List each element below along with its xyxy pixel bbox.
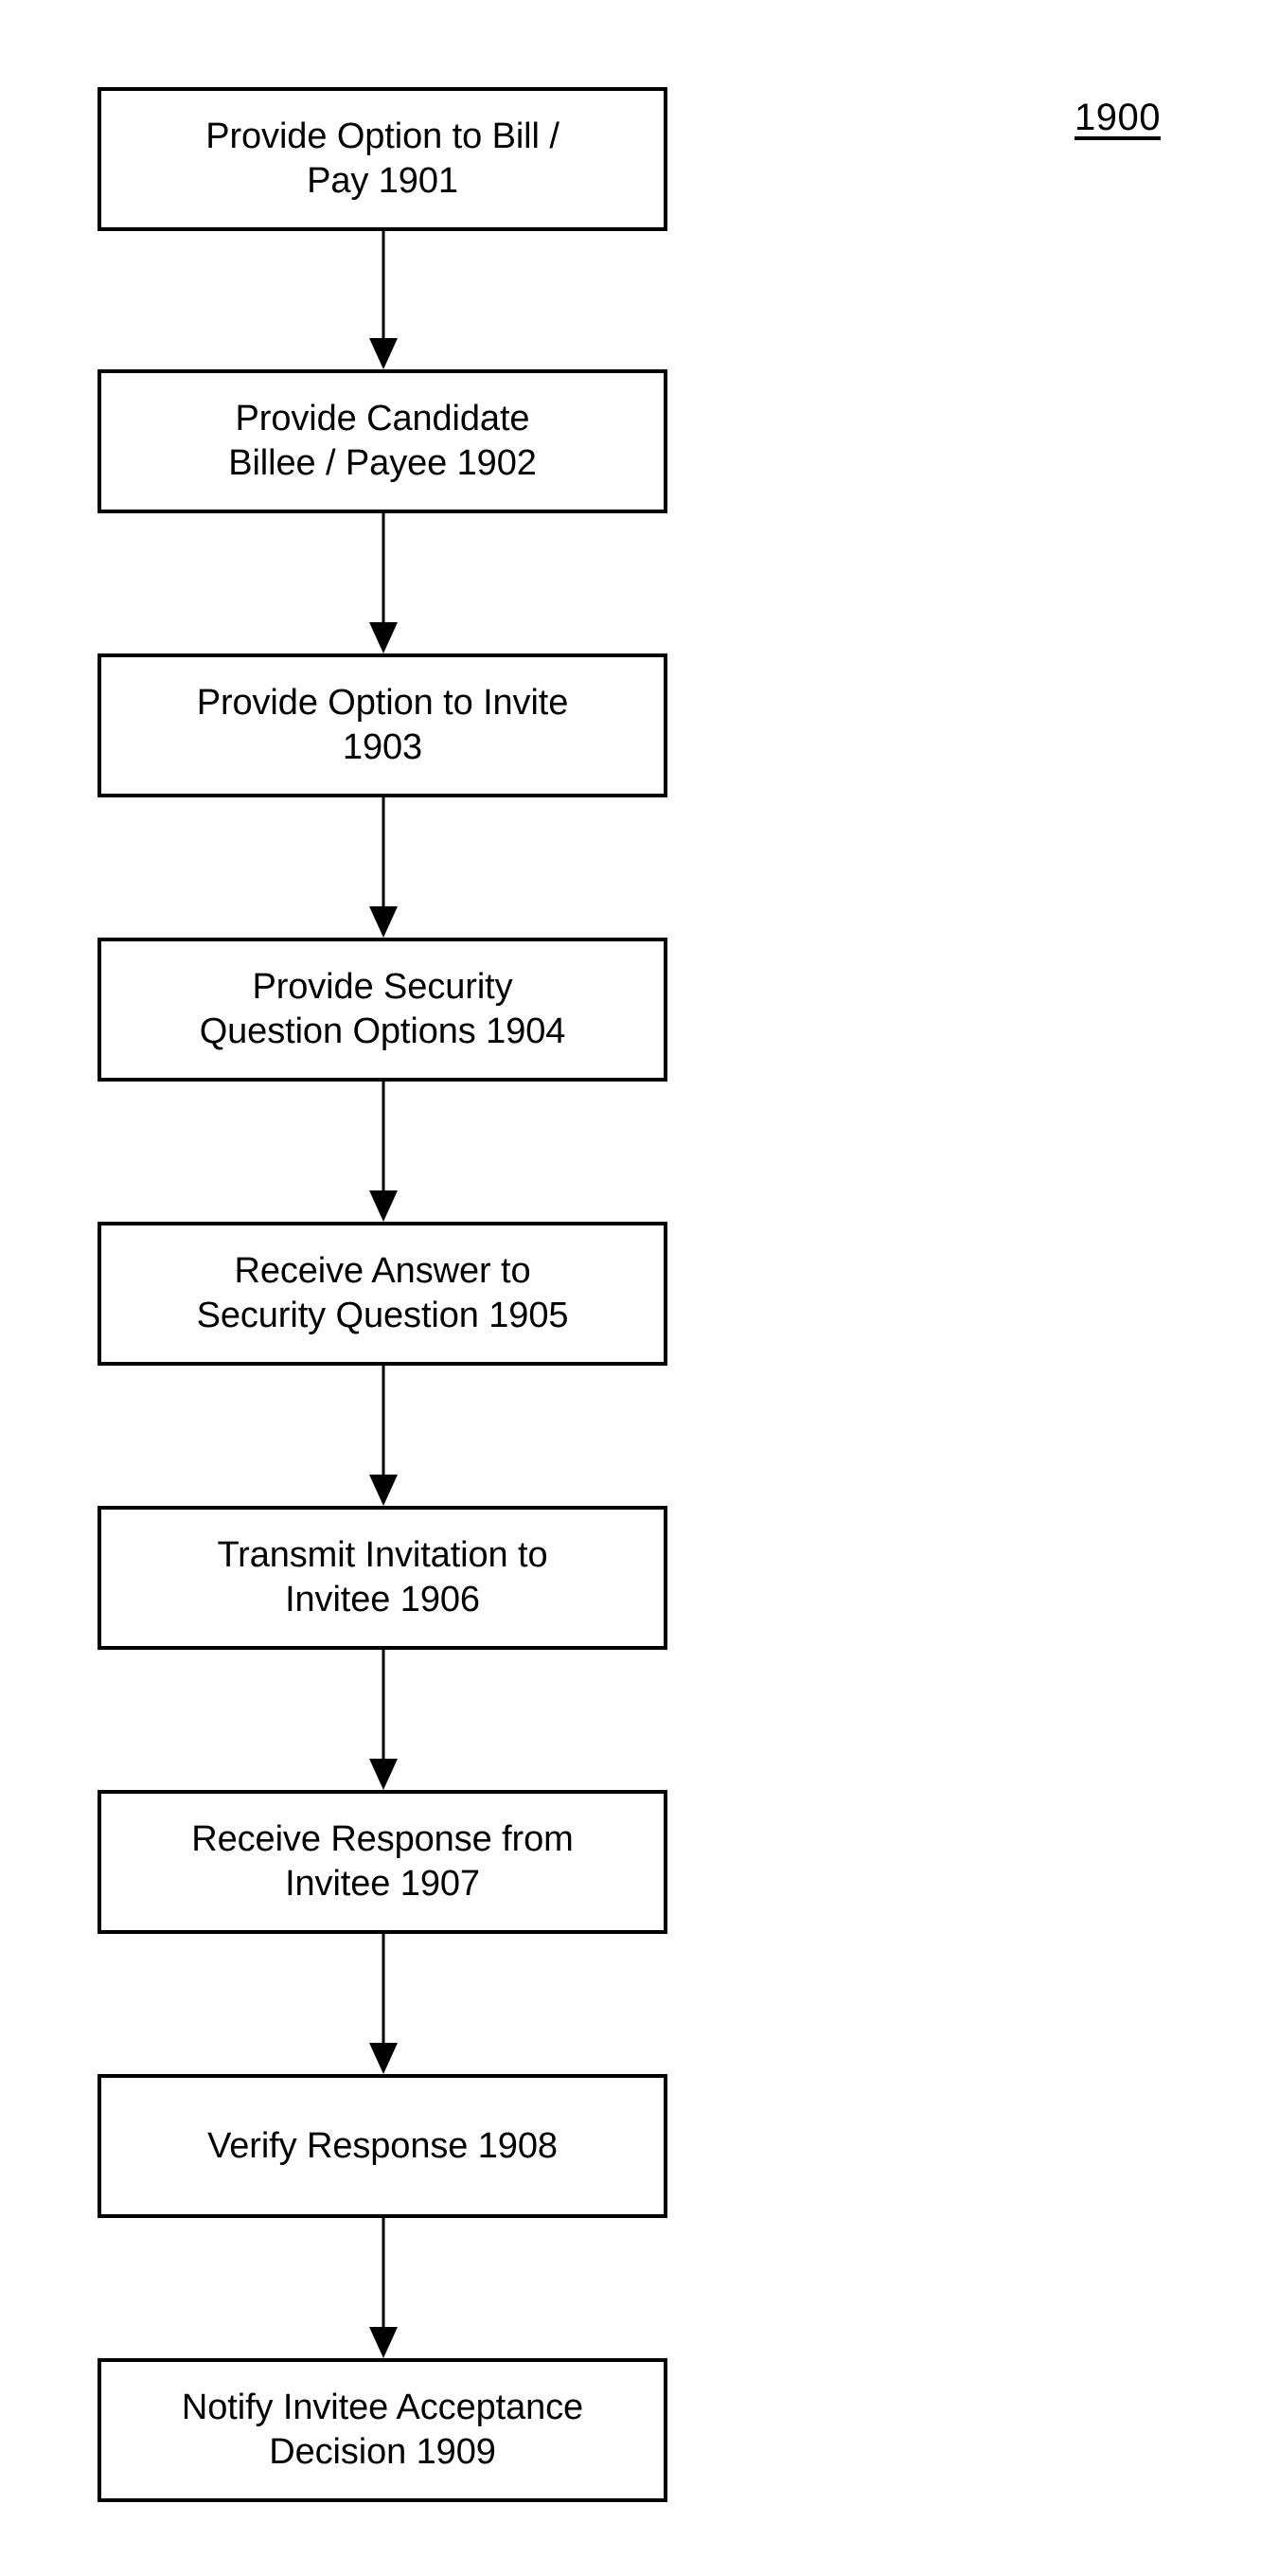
connector-arrowhead-icon: [369, 1759, 398, 1790]
flow-node-1907: Receive Response from Invitee 1907: [98, 1790, 667, 1934]
flow-node-1902: Provide Candidate Billee / Payee 1902: [98, 369, 667, 513]
flow-node-1909: Notify Invitee Acceptance Decision 1909: [98, 2358, 667, 2502]
connector-arrowhead-icon: [369, 622, 398, 653]
connector-arrowhead-icon: [369, 906, 398, 938]
flow-node-label-1909: Notify Invitee Acceptance Decision 1909: [181, 2388, 584, 2472]
flow-node-1905: Receive Answer to Security Question 1905: [98, 1222, 667, 1366]
flow-node-label-1904: Provide Security Question Options 1904: [199, 967, 566, 1051]
flow-node-1906: Transmit Invitation to Invitee 1906: [98, 1506, 667, 1650]
flow-node-1904: Provide Security Question Options 1904: [98, 938, 667, 1082]
connector-arrowhead-icon: [369, 2043, 398, 2074]
connector-arrowhead-icon: [369, 338, 398, 369]
flow-node-1903: Provide Option to Invite 1903: [98, 653, 667, 797]
flow-node-label-1901: Provide Option to Bill / Pay 1901: [205, 116, 559, 201]
flow-node-label-1902: Provide Candidate Billee / Payee 1902: [228, 399, 537, 483]
connector-arrowhead-icon: [369, 1190, 398, 1222]
figure-number: 1900: [1075, 97, 1161, 138]
figure-canvas: Provide Option to Bill / Pay 1901 Provid…: [0, 0, 1261, 2576]
flow-node-label-1905: Receive Answer to Security Question 1905: [196, 1251, 569, 1335]
connector-arrowhead-icon: [369, 1475, 398, 1506]
flow-node-label-1906: Transmit Invitation to Invitee 1906: [217, 1535, 548, 1619]
flow-node-label-1908: Verify Response 1908: [207, 2125, 558, 2166]
flow-node-1901: Provide Option to Bill / Pay 1901: [98, 87, 667, 231]
flow-node-1908: Verify Response 1908: [98, 2074, 667, 2218]
flow-node-label-1903: Provide Option to Invite 1903: [196, 683, 569, 767]
connector-arrowhead-icon: [369, 2327, 398, 2358]
flow-node-label-1907: Receive Response from Invitee 1907: [191, 1819, 574, 1904]
